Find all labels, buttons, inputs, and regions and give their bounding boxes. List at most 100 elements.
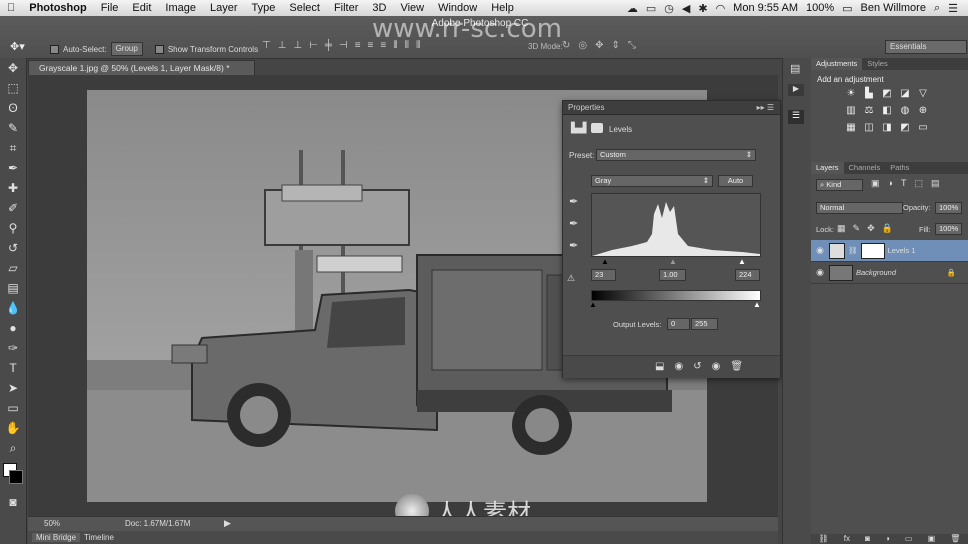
gradient-tool-icon[interactable]: ▤	[0, 278, 26, 298]
new-group-icon[interactable]: ▭	[905, 534, 913, 544]
move-tool-icon[interactable]: ✥	[0, 58, 26, 78]
show-transform-checkbox[interactable]	[154, 44, 164, 54]
layer-row-background[interactable]: ◉ Background 🔒	[811, 262, 968, 284]
brush-tool-icon[interactable]: ✐	[0, 198, 26, 218]
quick-select-tool-icon[interactable]: ✎	[0, 118, 26, 138]
lock-pixels-icon[interactable]: ✎	[853, 223, 861, 234]
visibility-eye-icon[interactable]: ◉	[811, 245, 829, 256]
background-color-swatch[interactable]	[9, 470, 23, 484]
menubar-clock[interactable]: Mon 9:55 AM	[733, 2, 798, 14]
layer-row-levels[interactable]: ◉ ⛓ Levels 1	[811, 240, 968, 262]
gray-point-eyedropper-icon[interactable]: ✒	[569, 217, 578, 230]
marquee-tool-icon[interactable]: ⬚	[0, 78, 26, 98]
filter-type-icon[interactable]: T	[901, 178, 907, 189]
move-tool-preset-icon[interactable]: ✥▾	[10, 40, 25, 53]
time-machine-icon[interactable]: ◷	[664, 2, 674, 15]
menu-layer[interactable]: Layer	[203, 2, 245, 14]
align-vcenter-icon[interactable]: ⊥	[278, 40, 287, 51]
auto-select-dropdown[interactable]: Group	[110, 42, 143, 56]
tab-layers[interactable]: Layers	[811, 162, 844, 174]
color-swatches[interactable]	[0, 458, 26, 492]
hue-saturation-icon[interactable]: ▥	[845, 105, 857, 116]
doc-info[interactable]: Doc: 1.67M/1.67M	[125, 519, 190, 528]
3d-roll-icon[interactable]: ◎	[578, 40, 587, 51]
cloud-icon[interactable]: ☁	[627, 2, 638, 15]
menu-select[interactable]: Select	[282, 2, 327, 14]
volume-icon[interactable]: ◀	[682, 2, 690, 15]
user-name[interactable]: Ben Willmore	[861, 2, 926, 14]
black-white-icon[interactable]: ◧	[881, 105, 893, 116]
input-levels-slider[interactable]: ▲ ▲ ▲	[593, 257, 759, 266]
input-white-field[interactable]: 224	[735, 269, 760, 281]
photo-filter-icon[interactable]: ◍	[899, 105, 911, 116]
reset-icon[interactable]: ↺	[693, 361, 701, 372]
search-icon[interactable]: ⌕	[934, 2, 940, 15]
3d-rotate-icon[interactable]: ↻	[562, 40, 570, 51]
align-left-icon[interactable]: ⊢	[309, 40, 318, 51]
distribute-top-icon[interactable]: ≡	[355, 40, 361, 51]
zoom-level[interactable]: 50%	[44, 519, 60, 528]
visibility-eye-icon[interactable]: ◉	[712, 361, 721, 372]
layer-filter-dropdown[interactable]: ⌕ Kind	[816, 179, 863, 191]
history-brush-tool-icon[interactable]: ↺	[0, 238, 26, 258]
history-panel-icon[interactable]: ▤	[790, 62, 800, 75]
properties-panel-icon[interactable]: ☰	[788, 110, 804, 124]
blur-tool-icon[interactable]: 💧	[0, 298, 26, 318]
tab-mini-bridge[interactable]: Mini Bridge	[32, 533, 81, 542]
filter-smart-icon[interactable]: ▤	[931, 178, 940, 189]
menu-help[interactable]: Help	[484, 2, 521, 14]
color-lookup-icon[interactable]: ▦	[845, 122, 857, 133]
threshold-icon[interactable]: ◩	[899, 122, 911, 133]
visibility-eye-icon[interactable]: ◉	[811, 267, 829, 278]
exposure-icon[interactable]: ◪	[899, 88, 911, 99]
status-menu-arrow-icon[interactable]: ▶	[224, 518, 231, 529]
battery-icon[interactable]: ▭	[842, 2, 852, 15]
menu-3d[interactable]: 3D	[365, 2, 393, 14]
3d-scale-icon[interactable]: ⤡	[628, 40, 636, 51]
tab-channels[interactable]: Channels	[844, 162, 886, 174]
channel-dropdown[interactable]: Gray ⇕	[591, 175, 713, 187]
opacity-field[interactable]: 100%	[935, 202, 962, 214]
clip-to-layer-icon[interactable]: ⬓	[655, 361, 664, 372]
tab-adjustments[interactable]: Adjustments	[811, 58, 863, 70]
color-balance-icon[interactable]: ⚖	[863, 105, 875, 116]
clone-stamp-tool-icon[interactable]: ⚲	[0, 218, 26, 238]
gradient-map-icon[interactable]: ▭	[917, 122, 929, 133]
blend-mode-dropdown[interactable]: Normal	[816, 202, 903, 214]
shape-tool-icon[interactable]: ▭	[0, 398, 26, 418]
invert-icon[interactable]: ◫	[863, 122, 875, 133]
menu-view[interactable]: View	[393, 2, 431, 14]
link-layers-icon[interactable]: ⛓	[819, 534, 829, 544]
layer-mask-icon[interactable]	[591, 123, 603, 133]
add-mask-icon[interactable]: ◙	[865, 534, 870, 544]
preset-dropdown[interactable]: Custom ⇕	[596, 149, 756, 161]
align-bottom-icon[interactable]: ⊥	[293, 40, 302, 51]
auto-button[interactable]: Auto	[718, 175, 753, 187]
output-black-field[interactable]: 0	[667, 318, 690, 330]
menu-image[interactable]: Image	[158, 2, 203, 14]
new-layer-icon[interactable]: ▣	[928, 534, 936, 544]
view-previous-icon[interactable]: ◉	[674, 361, 683, 372]
gamma-input-handle[interactable]: ▲	[669, 257, 677, 266]
clipping-warning-icon[interactable]: ⚠	[567, 273, 575, 284]
align-right-icon[interactable]: ⊣	[339, 40, 348, 51]
menu-type[interactable]: Type	[245, 2, 283, 14]
menu-filter[interactable]: Filter	[327, 2, 365, 14]
fill-field[interactable]: 100%	[935, 223, 962, 235]
black-output-handle[interactable]: ▲	[589, 300, 597, 309]
white-input-handle[interactable]: ▲	[738, 257, 746, 266]
white-output-handle[interactable]: ▲	[753, 300, 761, 309]
channel-mixer-icon[interactable]: ⊕	[917, 105, 929, 116]
layer-name[interactable]: Background	[856, 268, 896, 277]
dodge-tool-icon[interactable]: ●	[0, 318, 26, 338]
quick-mask-icon[interactable]: ◙	[0, 492, 26, 512]
crop-tool-icon[interactable]: ⌗	[0, 138, 26, 158]
tab-paths[interactable]: Paths	[885, 162, 914, 174]
list-icon[interactable]: ☰	[948, 2, 958, 15]
link-icon[interactable]: ⛓	[848, 246, 858, 255]
align-top-icon[interactable]: ⊤	[262, 40, 271, 51]
lock-position-icon[interactable]: ✥	[867, 223, 875, 234]
panel-menu-icon[interactable]: ▸▸ ☰	[757, 101, 780, 114]
pen-tool-icon[interactable]: ✑	[0, 338, 26, 358]
apple-menu-icon[interactable]: 	[0, 2, 22, 14]
